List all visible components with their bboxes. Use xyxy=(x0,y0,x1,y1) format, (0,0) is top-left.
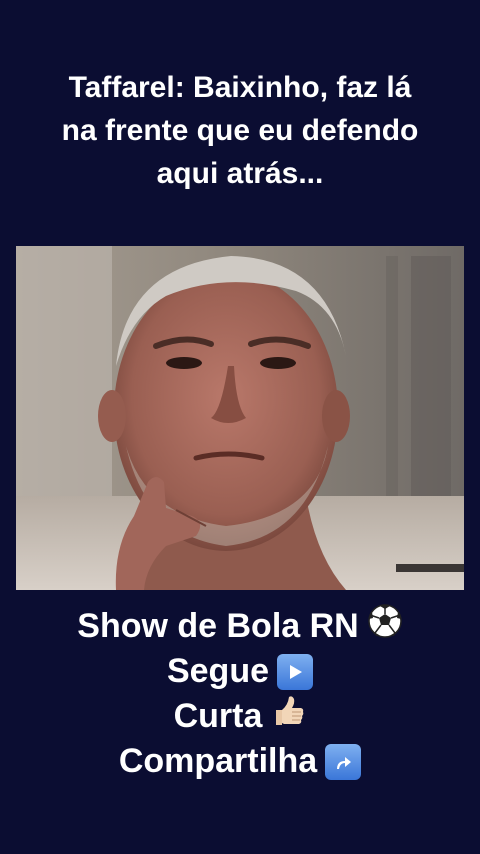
top-caption-line-1: Taffarel: Baixinho, faz lá xyxy=(68,71,412,104)
share-label: Compartilha xyxy=(118,742,318,780)
bottom-caption-line-3: Curta xyxy=(0,694,480,739)
thumbs-up-icon xyxy=(270,693,306,741)
portrait-illustration xyxy=(16,246,464,590)
bottom-caption-line-4: Compartilha xyxy=(0,739,480,784)
channel-name: Show de Bola RN xyxy=(77,607,359,645)
top-caption-line-3: aqui atrás... xyxy=(156,157,324,190)
top-caption-line-2: na frente que eu defendo xyxy=(61,114,419,147)
follow-label: Segue xyxy=(166,652,270,690)
bottom-caption-line-1: Show de Bola RN xyxy=(0,603,480,651)
soccer-ball-icon xyxy=(367,603,403,651)
share-arrow-icon xyxy=(325,743,362,780)
video-still-photo xyxy=(16,246,464,590)
bottom-caption-line-2: Segue xyxy=(0,649,480,694)
like-label: Curta xyxy=(173,697,263,735)
video-frame: Taffarel: Baixinho, faz lá na frente que… xyxy=(0,0,480,854)
bottom-caption: Show de Bola RN Segue Curta Compartilha xyxy=(0,603,480,784)
top-caption: Taffarel: Baixinho, faz lá na frente que… xyxy=(0,66,480,195)
play-button-icon xyxy=(277,653,314,690)
